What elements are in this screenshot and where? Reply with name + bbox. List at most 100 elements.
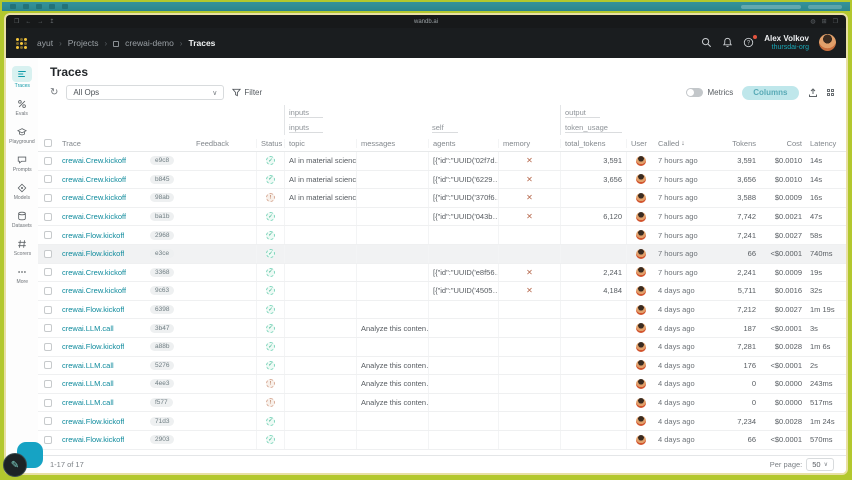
col-header-total-tokens[interactable]: total_tokens <box>560 138 626 148</box>
trace-link[interactable]: crewai.Flow.kickoff <box>62 249 124 258</box>
address-bar[interactable]: wandb.ai <box>6 19 846 25</box>
refresh-icon[interactable]: ↻ <box>50 87 58 98</box>
row-checkbox[interactable] <box>44 156 52 165</box>
table-row[interactable]: crewai.Crew.kickoff 98ab ! AI in materia… <box>38 189 846 208</box>
row-checkbox[interactable] <box>44 231 52 240</box>
trace-link[interactable]: crewai.Crew.kickoff <box>62 212 126 221</box>
col-header-topic[interactable]: topic <box>284 138 356 148</box>
col-header-called[interactable]: Called ↓ <box>654 139 710 148</box>
sidebar-item-models[interactable]: Models <box>7 179 37 204</box>
trace-link[interactable]: crewai.Flow.kickoff <box>62 435 124 444</box>
table-row[interactable]: crewai.Flow.kickoff e3ce ✓ 7 hours ago 6… <box>38 244 846 264</box>
table-row[interactable]: crewai.LLM.call 3b47 ✓ Analyze this cont… <box>38 319 846 338</box>
row-checkbox[interactable] <box>44 268 52 277</box>
wandb-logo-icon[interactable] <box>16 37 27 49</box>
row-checkbox[interactable] <box>44 305 52 314</box>
search-icon[interactable] <box>701 37 712 48</box>
breadcrumb-entity[interactable]: ayut <box>37 38 53 48</box>
table-row[interactable]: crewai.LLM.call 4ee3 ! Analyze this cont… <box>38 375 846 394</box>
per-page-select[interactable]: 50 ∨ <box>806 458 834 471</box>
trace-link[interactable]: crewai.LLM.call <box>62 324 114 333</box>
models-icon <box>16 182 28 194</box>
row-checkbox[interactable] <box>44 249 52 258</box>
trace-link[interactable]: crewai.Flow.kickoff <box>62 417 124 426</box>
export-icon[interactable] <box>808 87 818 98</box>
col-header-agents[interactable]: agents <box>428 138 498 148</box>
table-row[interactable]: crewai.Crew.kickoff 3368 ✓ [{"id":"UUID(… <box>38 263 846 283</box>
col-header-trace[interactable]: Trace <box>58 139 146 148</box>
trace-link[interactable]: crewai.Crew.kickoff <box>62 156 126 165</box>
agents-cell <box>428 226 498 244</box>
table-row[interactable]: crewai.Flow.kickoff a88b ✓ 4 days ago 7,… <box>38 337 846 357</box>
help-icon[interactable]: ? <box>743 35 758 48</box>
col-header-user[interactable]: User <box>626 138 654 148</box>
sidebar-item-prompts[interactable]: Prompts <box>7 151 37 176</box>
select-all-checkbox[interactable] <box>44 139 52 147</box>
sidebar-item-scorers[interactable]: Scorers <box>7 235 37 260</box>
trace-link[interactable]: crewai.LLM.call <box>62 361 114 370</box>
col-header-tokens[interactable]: Tokens <box>710 139 760 148</box>
trace-link[interactable]: crewai.LLM.call <box>62 379 114 388</box>
feedback-cell <box>192 431 256 449</box>
row-checkbox[interactable] <box>44 398 52 407</box>
trace-link[interactable]: crewai.Crew.kickoff <box>62 193 126 202</box>
trace-link[interactable]: crewai.Crew.kickoff <box>62 175 126 184</box>
tokens-cell: 3,588 <box>737 193 756 203</box>
table-row[interactable]: crewai.Crew.kickoff e9c8 ✓ AI in materia… <box>38 152 846 171</box>
sidebar-item-datasets[interactable]: Datasets <box>7 207 37 232</box>
menubar-icon <box>23 4 29 9</box>
row-checkbox[interactable] <box>44 417 52 426</box>
row-checkbox[interactable] <box>44 435 52 444</box>
col-header-feedback[interactable]: Feedback <box>192 139 256 148</box>
sidebar-item-evals[interactable]: Evals <box>7 95 37 120</box>
table-row[interactable]: crewai.Flow.kickoff 71d3 ✓ 4 days ago 7,… <box>38 412 846 431</box>
trace-link[interactable]: crewai.Flow.kickoff <box>62 342 124 351</box>
row-checkbox[interactable] <box>44 324 52 333</box>
row-checkbox[interactable] <box>44 212 52 221</box>
sidebar-item-traces[interactable]: Traces <box>7 63 37 92</box>
col-header-memory[interactable]: memory <box>498 138 560 148</box>
table-row[interactable]: crewai.Flow.kickoff 6398 ✓ 4 days ago 7,… <box>38 300 846 320</box>
row-checkbox[interactable] <box>44 361 52 370</box>
table-row[interactable]: crewai.LLM.call 5276 ✓ Analyze this cont… <box>38 356 846 376</box>
latency-cell: 3s <box>810 323 818 333</box>
breadcrumb-project[interactable]: crewai-demo <box>125 38 174 48</box>
table-row[interactable]: crewai.Crew.kickoff ba1b ✓ [{"id":"UUID(… <box>38 207 846 227</box>
table-row[interactable]: crewai.Flow.kickoff 2968 ✓ 7 hours ago 7… <box>38 226 846 245</box>
trace-link[interactable]: crewai.Flow.kickoff <box>62 305 124 314</box>
trace-id-badge: 2903 <box>150 435 175 445</box>
cost-cell: $0.0028 <box>774 342 802 352</box>
user-avatar <box>635 397 646 408</box>
trace-link[interactable]: crewai.LLM.call <box>62 398 114 407</box>
col-header-messages[interactable]: messages <box>356 138 428 148</box>
trace-link[interactable]: crewai.Crew.kickoff <box>62 268 126 277</box>
playground-icon <box>16 126 28 138</box>
columns-button[interactable]: Columns <box>742 85 799 100</box>
user-block[interactable]: Alex Volkov thursdai-org <box>764 34 809 51</box>
breadcrumb-projects[interactable]: Projects <box>68 38 99 48</box>
col-header-latency[interactable]: Latency <box>806 139 846 148</box>
messages-cell <box>356 263 428 282</box>
avatar[interactable] <box>819 34 836 52</box>
settings-grid-icon[interactable] <box>826 88 834 97</box>
sidebar-item-more[interactable]: More <box>7 263 37 288</box>
trace-link[interactable]: crewai.Crew.kickoff <box>62 286 126 295</box>
row-checkbox[interactable] <box>44 175 52 184</box>
row-checkbox[interactable] <box>44 193 52 202</box>
trace-link[interactable]: crewai.Flow.kickoff <box>62 231 124 240</box>
table-row[interactable]: crewai.LLM.call f577 ! Analyze this cont… <box>38 393 846 413</box>
col-header-status[interactable]: Status <box>256 138 284 148</box>
table-row[interactable]: crewai.Flow.kickoff 2903 ✓ 4 days ago 66… <box>38 430 846 450</box>
filter-button[interactable]: Filter <box>232 88 262 97</box>
notifications-bell-icon[interactable] <box>722 37 733 48</box>
row-checkbox[interactable] <box>44 342 52 351</box>
table-row[interactable]: crewai.Crew.kickoff 9c63 ✓ [{"id":"UUID(… <box>38 282 846 301</box>
metrics-toggle[interactable] <box>686 88 704 97</box>
ops-filter-select[interactable]: All Ops ∨ <box>66 85 225 100</box>
row-checkbox[interactable] <box>44 286 52 295</box>
row-checkbox[interactable] <box>44 379 52 388</box>
sidebar-item-playground[interactable]: Playground <box>7 123 37 148</box>
col-header-cost[interactable]: Cost <box>760 139 806 148</box>
table-row[interactable]: crewai.Crew.kickoff b845 ✓ AI in materia… <box>38 170 846 190</box>
status-icon: ✓ <box>266 435 275 445</box>
